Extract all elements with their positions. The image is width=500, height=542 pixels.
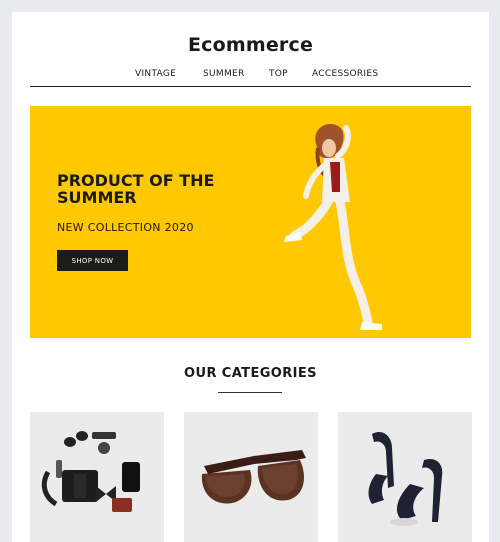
nav-item-vintage[interactable]: VINTAGE [135,69,176,79]
brand-logo[interactable]: Ecommerce [12,34,489,56]
high-heels-image [368,431,443,526]
nav-item-accessories[interactable]: ACCESSORIES [312,69,378,79]
header-divider [30,86,471,87]
nav-item-summer[interactable]: SUMMER [203,69,245,79]
hero-model-image [284,124,382,330]
hero-subtitle: NEW COLLECTION 2020 [57,221,194,234]
shop-now-button[interactable]: SHOP NOW [57,250,128,271]
category-card-sunglasses[interactable] [184,412,318,542]
category-card-accessories[interactable] [30,412,164,542]
categories-title: OUR CATEGORIES [184,366,317,381]
page-card: Ecommerce VINTAGE SUMMER TOP ACCESSORIES… [12,12,489,542]
nav-item-top[interactable]: TOP [269,69,288,79]
hero-title: PRODUCT OF THE SUMMER [57,171,215,207]
main-nav: VINTAGE SUMMER TOP ACCESSORIES [12,69,489,83]
categories-divider [218,392,282,393]
hero-banner: PRODUCT OF THE SUMMER NEW COLLECTION 202… [30,106,471,338]
sunglasses-image [201,450,306,504]
category-card-heels[interactable] [338,412,472,542]
accessories-flatlay-image [41,431,140,512]
